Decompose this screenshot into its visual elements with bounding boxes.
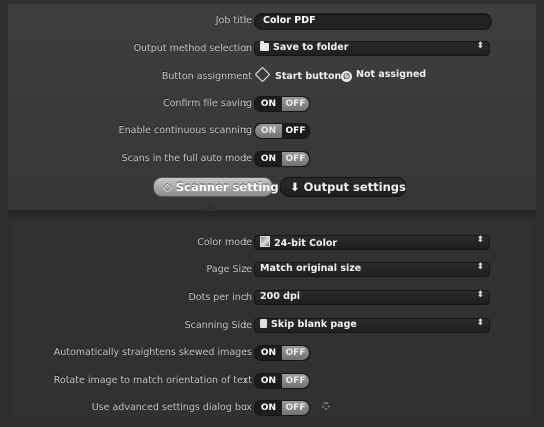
colon: : [244,402,248,413]
page-icon [260,319,267,328]
tab-scanner-setting[interactable]: ◇ Scanner setting [153,177,279,197]
advanced-row: Use advanced settings dialog box : ON OF… [0,400,544,418]
color-mode-row: Color mode : 24-bit Color ⬍ [0,235,544,253]
scanner-diamond-icon: ◇ [163,180,172,194]
folder-icon [260,41,269,51]
gear-icon[interactable] [322,402,330,410]
button-assignment-label: Button assignment [161,71,252,82]
colon: : [244,125,248,136]
full-auto-mode-toggle[interactable]: ON OFF [254,151,310,167]
dpi-label: Dots per inch [188,292,252,303]
page-size-select[interactable]: Match original size ⬍ [254,262,490,277]
rotate-label: Rotate image to match orientation of tex… [53,375,252,386]
toggle-on: ON [260,376,277,386]
tab-output-label: Output settings [303,180,406,194]
continuous-scanning-row: Enable continuous scanning : ON OFF [0,123,544,141]
toggle-on: ON [260,348,277,358]
advanced-label: Use advanced settings dialog box [91,402,252,413]
down-arrow-icon: ⬇ [290,180,300,194]
colon: : [244,347,248,358]
toggle-off: OFF [282,152,309,166]
toggle-on: ON [255,124,282,138]
toggle-off: OFF [282,401,309,415]
colon: : [244,15,248,26]
scanning-side-label: Scanning Side [184,320,252,331]
rotate-toggle[interactable]: ON OFF [254,373,310,389]
colon: : [244,320,248,331]
full-auto-mode-row: Scans in the full auto mode : ON OFF [0,151,544,169]
straighten-toggle[interactable]: ON OFF [254,345,310,361]
button-assignment-row: Button assignment : Start button ∅ Not as… [0,66,544,87]
output-method-row: Output method selection : Save to folder… [0,41,544,59]
output-method-value: Save to folder [273,42,349,53]
confirm-file-saving-label: Confirm file saving [162,98,252,109]
scanning-side-value: Skip blank page [271,319,357,330]
color-mode-icon [260,236,270,247]
color-mode-value: 24-bit Color [274,238,338,249]
tab-output-settings[interactable]: ⬇ Output settings [280,177,406,197]
up-down-arrows-icon: ⬍ [476,290,484,300]
continuous-scanning-label: Enable continuous scanning [118,125,252,136]
colon: : [244,375,248,386]
straighten-label: Automatically straightens skewed images [53,347,252,358]
job-title-value: Color PDF [263,15,316,26]
page-size-value: Match original size [260,263,362,274]
toggle-on: ON [260,99,277,109]
settings-tabs: ◇ Scanner setting ⬇ Output settings [0,177,544,197]
colon: : [244,71,248,82]
job-title-row: Job title : Color PDF [0,13,544,31]
dpi-value: 200 dpi [260,291,300,302]
output-method-label: Output method selection [133,43,252,54]
toggle-off: OFF [285,126,306,136]
active-tab-pointer [202,203,218,211]
dpi-select[interactable]: 200 dpi ⬍ [254,290,490,305]
colon: : [244,153,248,164]
job-title-input[interactable]: Color PDF [254,13,492,30]
toggle-off: OFF [282,346,309,360]
straighten-row: Automatically straightens skewed images … [0,345,544,363]
colon: : [244,237,248,248]
up-down-arrows-icon: ⬍ [476,262,484,272]
start-button-radio[interactable]: Start button [254,66,342,83]
confirm-file-saving-toggle[interactable]: ON OFF [254,96,310,112]
page-size-row: Page Size : Match original size ⬍ [0,262,544,280]
confirm-file-saving-row: Confirm file saving : ON OFF [0,96,544,114]
continuous-scanning-toggle[interactable]: ON OFF [254,123,310,139]
toggle-off: OFF [282,374,309,388]
colon: : [244,43,248,54]
start-button-icon [254,66,271,83]
up-down-arrows-icon: ⬍ [476,318,484,328]
toggle-off: OFF [282,97,309,111]
not-assigned-label: Not assigned [356,69,427,80]
up-down-arrows-icon: ⬍ [476,235,484,245]
colon: : [244,98,248,109]
color-mode-select[interactable]: 24-bit Color ⬍ [254,235,490,250]
not-assigned-radio[interactable]: ∅ Not assigned [341,69,426,82]
rotate-row: Rotate image to match orientation of tex… [0,373,544,391]
start-button-label: Start button [275,71,342,82]
scanning-side-select[interactable]: Skip blank page ⬍ [254,318,490,333]
colon: : [244,264,248,275]
toggle-on: ON [260,403,277,413]
advanced-toggle[interactable]: ON OFF [254,400,310,416]
full-auto-mode-label: Scans in the full auto mode [121,153,252,164]
dpi-row: Dots per inch : 200 dpi ⬍ [0,290,544,308]
not-assigned-icon: ∅ [341,71,352,82]
toggle-on: ON [260,154,277,164]
scanning-side-row: Scanning Side : Skip blank page ⬍ [0,318,544,336]
output-method-select[interactable]: Save to folder ⬍ [254,41,490,56]
tab-scanner-label: Scanner setting [175,180,279,194]
colon: : [244,292,248,303]
up-down-arrows-icon: ⬍ [476,41,484,51]
